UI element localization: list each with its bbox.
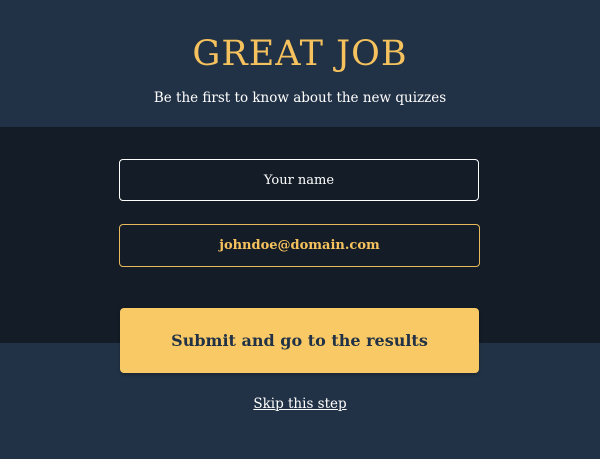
skip-link[interactable]: Skip this step xyxy=(0,396,600,412)
name-field[interactable]: Your name xyxy=(119,159,479,201)
submit-button-label: Submit and go to the results xyxy=(171,331,428,350)
submit-button[interactable]: Submit and go to the results xyxy=(120,308,479,373)
page-subtitle: Be the first to know about the new quizz… xyxy=(153,90,447,106)
email-field-value: johndoe@domain.com xyxy=(219,238,380,253)
name-field-placeholder: Your name xyxy=(263,172,335,188)
email-field[interactable]: johndoe@domain.com xyxy=(119,224,480,267)
page-title: GREAT JOB xyxy=(192,34,408,74)
